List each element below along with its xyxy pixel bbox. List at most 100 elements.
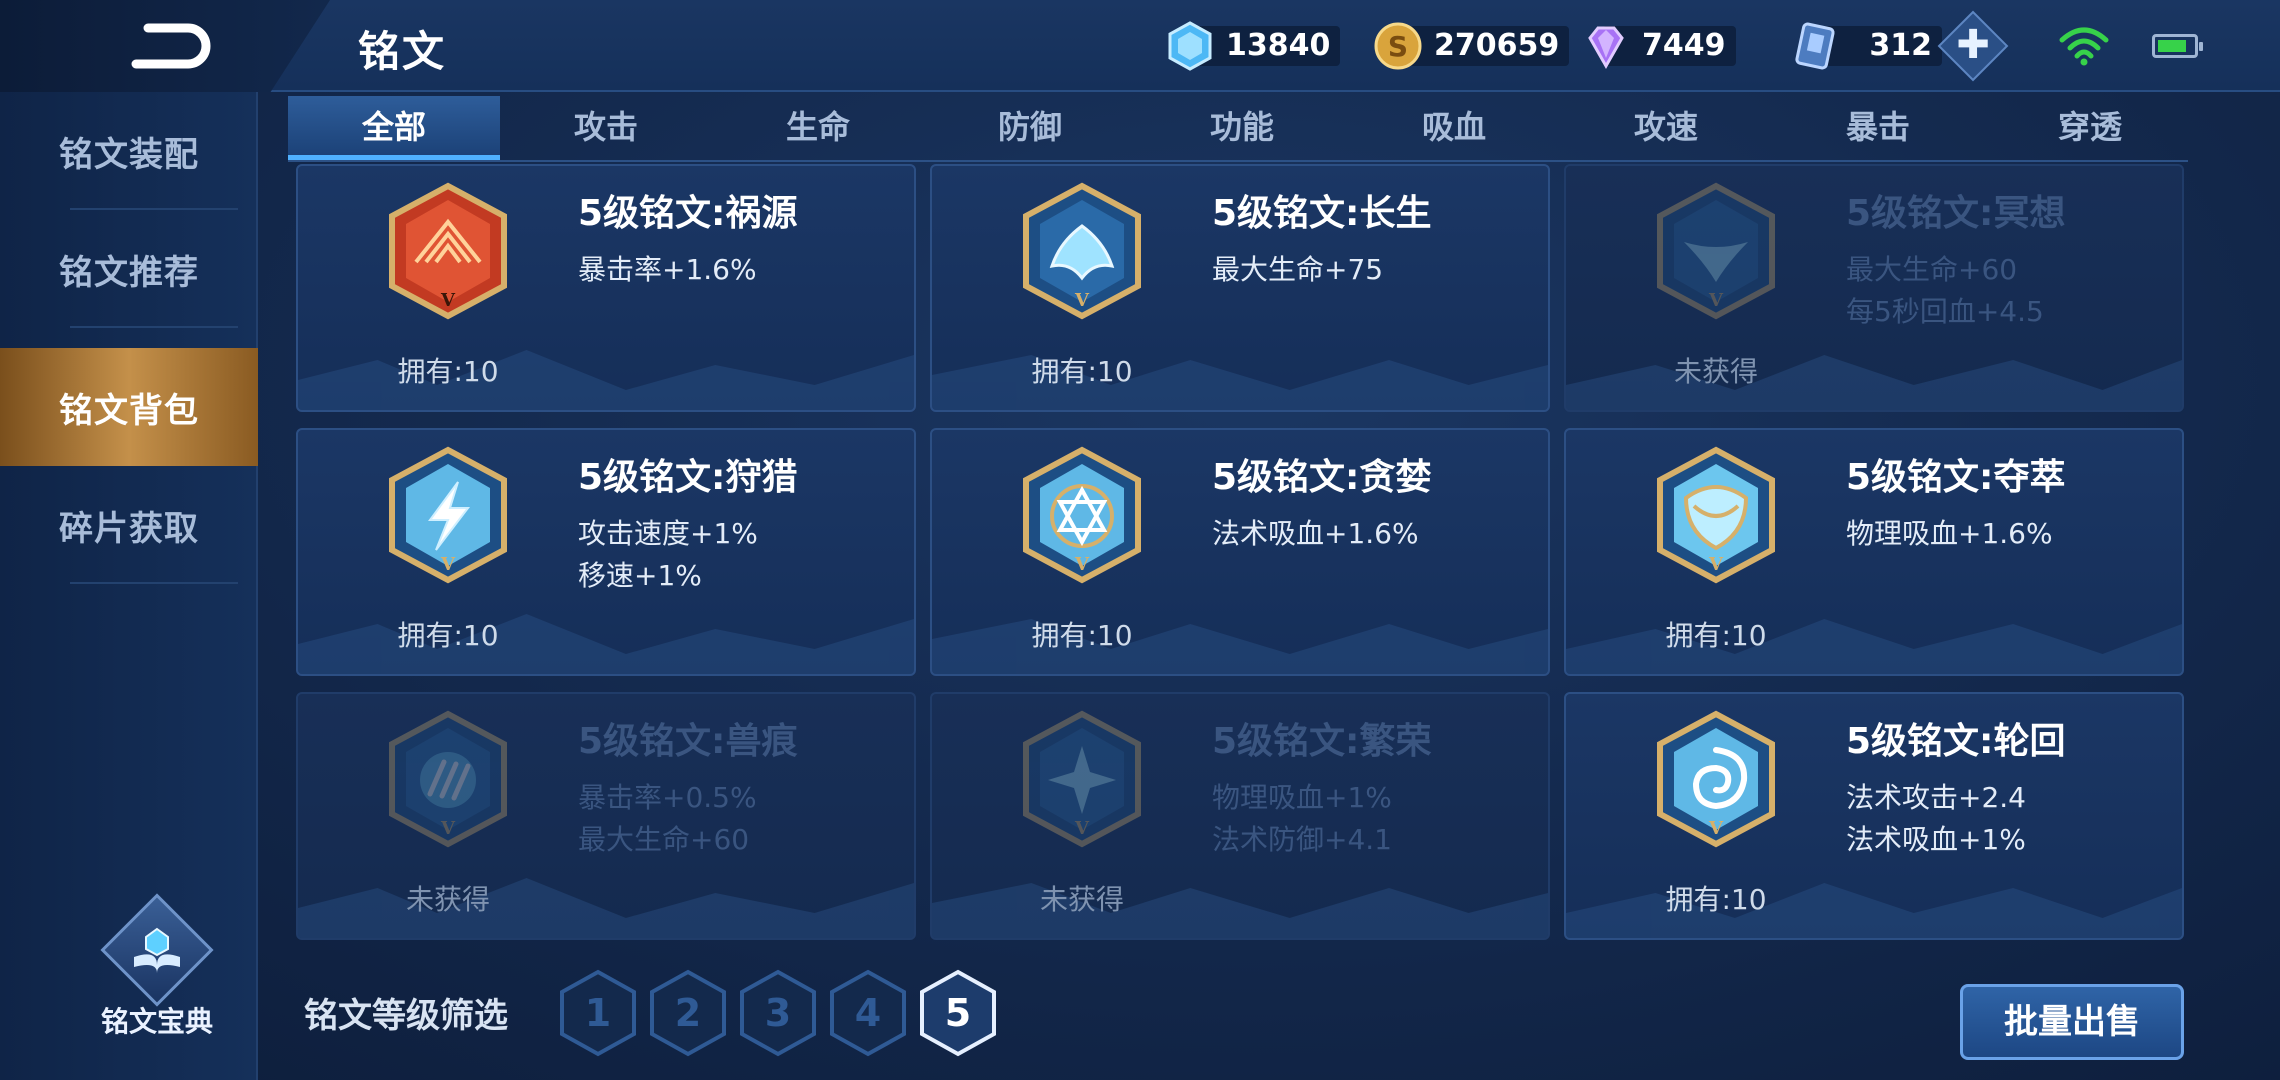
tab-all[interactable]: 全部 bbox=[288, 96, 500, 160]
level-filter-3[interactable]: 3 bbox=[738, 968, 818, 1058]
rune-attribute: 法术吸血+1.6% bbox=[1212, 517, 1419, 550]
rune-card[interactable]: V 5级铭文:兽痕 暴击率+0.5% 最大生命+60 未获得 bbox=[296, 692, 916, 940]
rune-attribute: 物理吸血+1% bbox=[1212, 781, 1392, 814]
level-number: 1 bbox=[584, 991, 612, 1035]
wifi-icon bbox=[2059, 27, 2109, 66]
sidebar-item-rune-backpack[interactable]: 铭文背包 bbox=[0, 348, 258, 466]
sidebar-item-label: 铭文背包 bbox=[59, 390, 199, 431]
rune-attribute: 移速+1% bbox=[578, 559, 702, 592]
rune-owned-count: 拥有:10 bbox=[1665, 619, 1767, 652]
rune-owned-count: 未获得 bbox=[1039, 883, 1124, 916]
level-filter-4[interactable]: 4 bbox=[828, 968, 908, 1058]
rune-owned-count: 拥有:10 bbox=[397, 355, 499, 388]
back-button[interactable] bbox=[0, 0, 330, 92]
codex-frame bbox=[100, 893, 214, 1007]
flower-rune-icon: V bbox=[1023, 710, 1141, 848]
svg-text:V: V bbox=[1708, 554, 1724, 575]
rune-name: 5级铭文:长生 bbox=[1212, 193, 1432, 234]
sidebar-item-label: 铭文推荐 bbox=[59, 252, 199, 293]
rune-card[interactable]: V 5级铭文:夺萃 物理吸血+1.6% 拥有:10 bbox=[1564, 428, 2184, 676]
voucher-card-icon bbox=[1795, 22, 1835, 70]
rune-name: 5级铭文:祸源 bbox=[578, 193, 798, 234]
rune-card[interactable]: V 5级铭文:冥想 最大生命+60 每5秒回血+4.5 未获得 bbox=[1564, 164, 2184, 412]
level-filter-label: 铭文等级筛选 bbox=[304, 996, 508, 1036]
rune-card[interactable]: V 5级铭文:祸源 暴击率+1.6% 拥有:10 bbox=[296, 164, 916, 412]
diamond-currency: 7449 bbox=[1580, 18, 1736, 74]
sidebar-item-rune-assembly[interactable]: 铭文装配 bbox=[0, 92, 258, 210]
rune-owned-count: 未获得 bbox=[405, 883, 490, 916]
rune-name: 5级铭文:夺萃 bbox=[1846, 457, 2066, 498]
crystal-icon bbox=[1168, 21, 1212, 71]
svg-text:V: V bbox=[440, 290, 456, 311]
category-tabs: 全部 攻击 生命 防御 功能 吸血 攻速 暴击 穿透 bbox=[288, 96, 2188, 162]
tab-attack-speed[interactable]: 攻速 bbox=[1560, 96, 1772, 160]
rune-card[interactable]: V 5级铭文:狩猎 攻击速度+1% 移速+1% 拥有:10 bbox=[296, 428, 916, 676]
top-bar: 铭文 13840 S 270659 7449 312 ✚ bbox=[0, 0, 2280, 92]
tab-attack[interactable]: 攻击 bbox=[500, 96, 712, 160]
batch-sell-button[interactable]: 批量出售 bbox=[1960, 984, 2184, 1060]
rune-owned-count: 拥有:10 bbox=[1665, 883, 1767, 916]
rune-name: 5级铭文:兽痕 bbox=[578, 721, 798, 762]
level-number: 2 bbox=[674, 991, 702, 1035]
svg-text:V: V bbox=[440, 818, 456, 839]
battery-icon bbox=[2152, 34, 2203, 58]
rune-card[interactable]: V 5级铭文:繁荣 物理吸血+1% 法术防御+4.1 未获得 bbox=[930, 692, 1550, 940]
lightning-rune-icon: V bbox=[389, 446, 507, 584]
sidebar-item-label: 铭文装配 bbox=[59, 134, 199, 175]
rune-attribute: 暴击率+0.5% bbox=[578, 781, 757, 814]
rune-attribute: 攻击速度+1% bbox=[578, 517, 758, 550]
add-voucher-button[interactable]: ✚ bbox=[1937, 10, 2009, 82]
svg-text:V: V bbox=[1708, 818, 1724, 839]
level-filter-2[interactable]: 2 bbox=[648, 968, 728, 1058]
rune-attribute: 最大生命+60 bbox=[1846, 253, 2018, 286]
svg-text:V: V bbox=[1074, 818, 1090, 839]
book-icon bbox=[128, 921, 186, 979]
level-number: 5 bbox=[944, 991, 972, 1035]
plus-icon: ✚ bbox=[1956, 22, 1990, 68]
vortex-rune-icon: V bbox=[1657, 710, 1775, 848]
rune-owned-count: 拥有:10 bbox=[397, 619, 499, 652]
rune-name: 5级铭文:繁荣 bbox=[1212, 721, 1432, 762]
level-filter-1[interactable]: 1 bbox=[558, 968, 638, 1058]
diamond-icon bbox=[1588, 26, 1624, 70]
rune-name: 5级铭文:狩猎 bbox=[578, 457, 798, 498]
gold-currency: S 270659 bbox=[1372, 18, 1570, 74]
svg-text:V: V bbox=[1708, 290, 1724, 311]
rune-attribute: 法术防御+4.1 bbox=[1212, 823, 1392, 856]
svg-text:V: V bbox=[440, 554, 456, 575]
sidebar-item-rune-recommend[interactable]: 铭文推荐 bbox=[0, 210, 258, 328]
rune-attribute: 最大生命+60 bbox=[578, 823, 750, 856]
tab-utility[interactable]: 功能 bbox=[1136, 96, 1348, 160]
sidebar-item-label: 碎片获取 bbox=[59, 508, 199, 549]
svg-text:V: V bbox=[1074, 554, 1090, 575]
tab-health[interactable]: 生命 bbox=[712, 96, 924, 160]
rune-owned-count: 拥有:10 bbox=[1031, 355, 1133, 388]
claw-rune-icon: V bbox=[389, 710, 507, 848]
rune-owned-count: 未获得 bbox=[1673, 355, 1758, 388]
rune-name: 5级铭文:轮回 bbox=[1846, 721, 2066, 762]
gold-coin-icon: S bbox=[1374, 22, 1422, 70]
rune-card[interactable]: V 5级铭文:贪婪 法术吸血+1.6% 拥有:10 bbox=[930, 428, 1550, 676]
tab-critical[interactable]: 暴击 bbox=[1772, 96, 1984, 160]
sidebar-item-fragment-obtain[interactable]: 碎片获取 bbox=[0, 466, 258, 584]
sidebar: 铭文装配 铭文推荐 铭文背包 碎片获取 铭文宝典 bbox=[0, 92, 258, 1080]
back-arrow-icon bbox=[131, 23, 211, 69]
rune-attribute: 物理吸血+1.6% bbox=[1846, 517, 2053, 550]
red-fan-rune-icon: V bbox=[389, 182, 507, 320]
svg-text:S: S bbox=[1388, 30, 1408, 63]
level-filter-5[interactable]: 5 bbox=[918, 968, 998, 1058]
tab-lifesteal[interactable]: 吸血 bbox=[1348, 96, 1560, 160]
rune-attribute: 法术攻击+2.4 bbox=[1846, 781, 2026, 814]
blue-bird-rune-icon: V bbox=[1657, 182, 1775, 320]
tab-penetration[interactable]: 穿透 bbox=[1984, 96, 2196, 160]
rune-attribute: 法术吸血+1% bbox=[1846, 823, 2026, 856]
rune-attribute: 最大生命+75 bbox=[1212, 253, 1384, 286]
rune-attribute: 暴击率+1.6% bbox=[578, 253, 757, 286]
level-number: 3 bbox=[764, 991, 792, 1035]
rune-card[interactable]: V 5级铭文:长生 最大生命+75 拥有:10 bbox=[930, 164, 1550, 412]
svg-text:V: V bbox=[1074, 290, 1090, 311]
voucher-currency: 312 ✚ bbox=[1790, 10, 2009, 82]
rune-codex-button[interactable]: 铭文宝典 bbox=[92, 893, 222, 1040]
tab-defense[interactable]: 防御 bbox=[924, 96, 1136, 160]
rune-card[interactable]: V 5级铭文:轮回 法术攻击+2.4 法术吸血+1% 拥有:10 bbox=[1564, 692, 2184, 940]
